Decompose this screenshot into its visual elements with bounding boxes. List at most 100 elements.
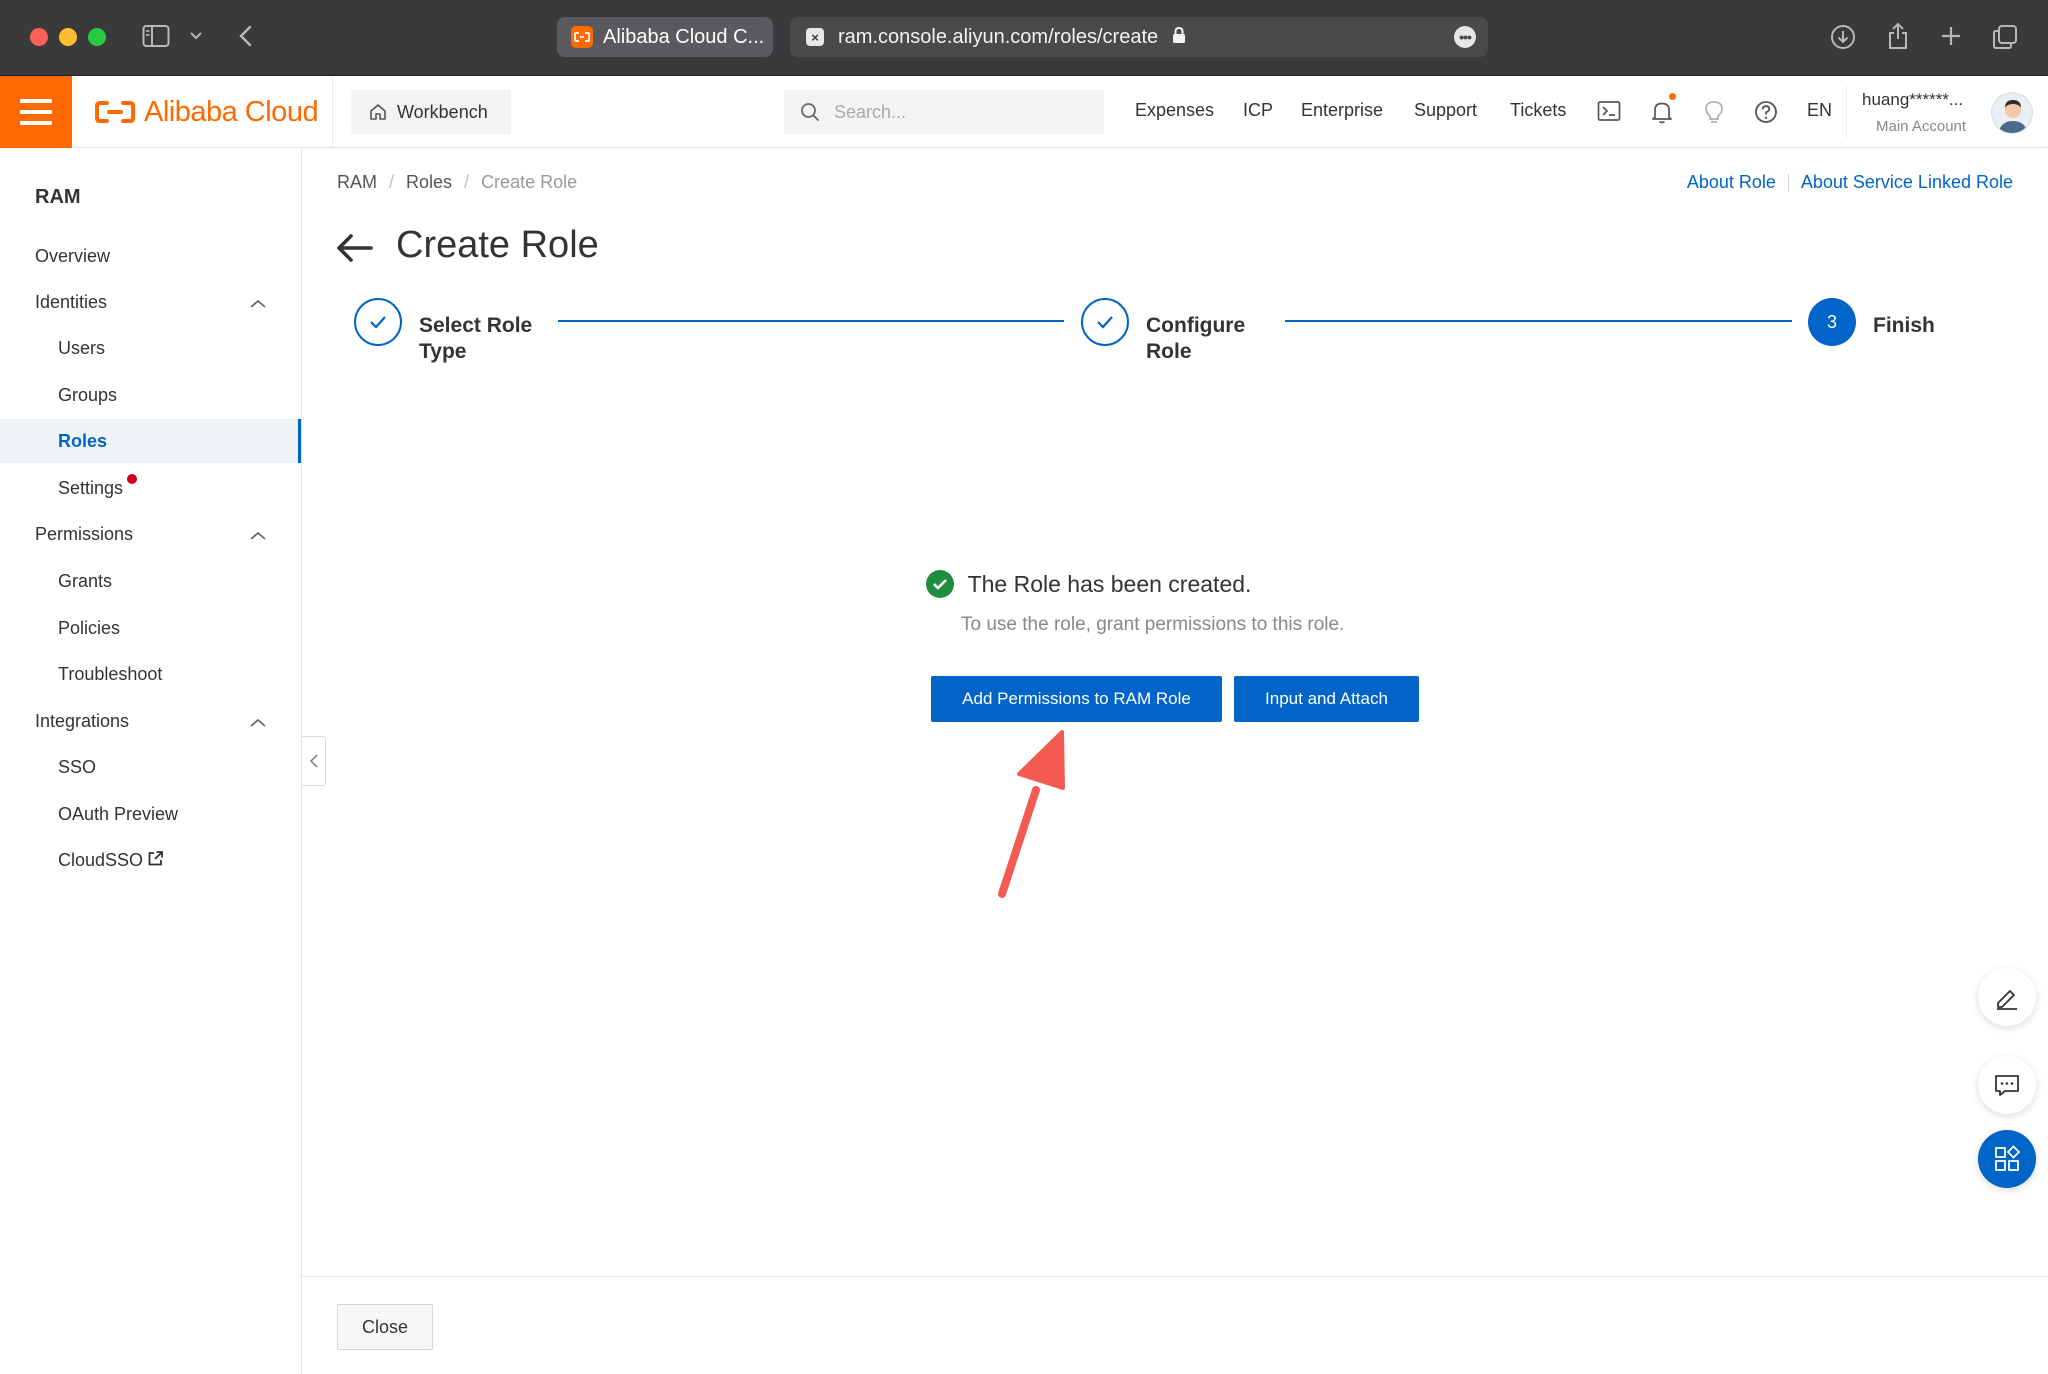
chevron-up-icon[interactable] xyxy=(249,294,267,315)
success-check-icon xyxy=(925,570,954,598)
brand-name: Alibaba Cloud xyxy=(144,95,319,128)
chevron-down-icon[interactable] xyxy=(189,31,203,41)
step-2-check-icon xyxy=(1081,298,1129,346)
annotation-arrow xyxy=(990,728,1080,905)
back-arrow-icon[interactable] xyxy=(335,232,373,269)
lock-icon xyxy=(1172,26,1186,49)
search-icon xyxy=(801,103,819,121)
input-and-attach-button[interactable]: Input and Attach xyxy=(1234,676,1419,722)
address-bar[interactable]: × ram.console.aliyun.com/roles/create ••… xyxy=(790,17,1488,57)
sidebar-group-integrations[interactable]: Integrations xyxy=(0,699,301,743)
breadcrumb-separator: / xyxy=(389,172,395,192)
menu-icon[interactable] xyxy=(0,76,72,148)
sidebar-item-label: Policies xyxy=(58,617,121,638)
sidebar-item-label: Overview xyxy=(35,245,111,266)
sidebar-item-troubleshoot[interactable]: Troubleshoot xyxy=(0,652,301,696)
step-1-label-line2: Type xyxy=(419,340,467,363)
step-connector xyxy=(558,320,1064,322)
new-tab-icon[interactable] xyxy=(1940,25,1962,47)
avatar[interactable] xyxy=(1991,92,2033,134)
sidebar-item-label: Identities xyxy=(35,291,108,312)
alibaba-favicon-icon xyxy=(571,26,593,48)
console-topbar: Alibaba Cloud Workbench Expenses ICP Ent… xyxy=(0,76,2048,148)
step-3-number: 3 xyxy=(1808,298,1856,346)
workbench-label: Workbench xyxy=(397,101,488,122)
breadcrumb-roles[interactable]: Roles xyxy=(406,172,452,193)
result-subtitle: To use the role, grant permissions to th… xyxy=(961,614,1345,635)
nav-tickets[interactable]: Tickets xyxy=(1510,100,1566,121)
alibaba-cloud-logo[interactable]: Alibaba Cloud xyxy=(94,95,319,128)
apps-icon[interactable] xyxy=(1978,1130,2036,1188)
nav-support[interactable]: Support xyxy=(1414,100,1477,121)
search-input[interactable] xyxy=(834,101,1074,123)
workbench-button[interactable]: Workbench xyxy=(351,90,511,134)
sidebar-item-label: Roles xyxy=(58,430,108,451)
sidebar-item-groups[interactable]: Groups xyxy=(0,373,301,417)
minimize-window-button[interactable] xyxy=(59,28,77,46)
add-permissions-button[interactable]: Add Permissions to RAM Role xyxy=(931,676,1222,722)
help-icon[interactable] xyxy=(1754,100,1778,129)
bell-icon[interactable] xyxy=(1651,100,1673,129)
divider xyxy=(1787,173,1789,192)
step-connector xyxy=(1285,320,1792,322)
sidebar-item-roles[interactable]: Roles xyxy=(0,419,301,463)
result-title: The Role has been created. xyxy=(967,570,1252,597)
external-link-icon xyxy=(147,850,164,872)
collapse-sidebar-button[interactable] xyxy=(302,736,326,786)
downloads-icon[interactable] xyxy=(1830,24,1856,50)
home-icon xyxy=(370,104,386,120)
sidebar-item-oauth-preview[interactable]: OAuth Preview xyxy=(0,792,301,836)
breadcrumb-ram[interactable]: RAM xyxy=(337,172,377,193)
tab-overview-icon[interactable] xyxy=(1992,24,2018,50)
share-icon[interactable] xyxy=(1886,22,1910,50)
account-name[interactable]: huang******... xyxy=(1862,90,1963,110)
sidebar-item-label: OAuth Preview xyxy=(58,803,179,824)
terminal-icon[interactable] xyxy=(1597,100,1621,127)
step-1-label-line1: Select Role xyxy=(419,314,533,337)
sidebar-item-label: Troubleshoot xyxy=(58,663,163,684)
sidebar-item-overview[interactable]: Overview xyxy=(0,234,301,278)
back-icon[interactable] xyxy=(238,24,254,48)
zoom-window-button[interactable] xyxy=(88,28,106,46)
sidebar-item-users[interactable]: Users xyxy=(0,326,301,370)
sidebar-item-label: Users xyxy=(58,337,106,358)
search-box[interactable] xyxy=(784,90,1104,134)
close-window-button[interactable] xyxy=(30,28,48,46)
nav-icp[interactable]: ICP xyxy=(1243,100,1273,121)
sidebar-group-identities[interactable]: Identities xyxy=(0,280,301,324)
breadcrumb-current: Create Role xyxy=(481,172,578,192)
chevron-up-icon[interactable] xyxy=(249,713,267,734)
step-1-check-icon xyxy=(354,298,402,346)
nav-expenses[interactable]: Expenses xyxy=(1135,100,1214,121)
more-options-icon[interactable]: ••• xyxy=(1454,26,1476,48)
breadcrumb: RAM / Roles / Create Role xyxy=(337,172,577,193)
breadcrumb-separator: / xyxy=(464,172,470,192)
sidebar-item-cloudsso[interactable]: CloudSSO xyxy=(0,838,301,882)
nav-enterprise[interactable]: Enterprise xyxy=(1301,100,1383,121)
close-button[interactable]: Close xyxy=(337,1304,433,1350)
step-3-label: Finish xyxy=(1873,314,1935,337)
step-2-label-line2: Role xyxy=(1146,340,1192,363)
feedback-icon[interactable] xyxy=(1978,1056,2036,1114)
sidebar-toggle-icon[interactable] xyxy=(142,24,170,48)
chevron-up-icon[interactable] xyxy=(249,526,267,547)
sidebar-item-policies[interactable]: Policies xyxy=(0,606,301,650)
step-1-label: Select Role Type xyxy=(419,313,532,365)
sidebar-item-label: Groups xyxy=(58,384,118,405)
help-links: About Role About Service Linked Role xyxy=(1687,172,2013,193)
sidebar-group-permissions[interactable]: Permissions xyxy=(0,512,301,556)
tab-title: Alibaba Cloud C... xyxy=(603,25,765,48)
sidebar-item-settings[interactable]: Settings xyxy=(0,466,301,510)
sidebar-item-label: Settings xyxy=(58,477,124,498)
lightbulb-icon[interactable] xyxy=(1704,100,1724,129)
sidebar-item-label: Permissions xyxy=(35,523,134,544)
about-role-link[interactable]: About Role xyxy=(1687,172,1776,193)
about-service-linked-role-link[interactable]: About Service Linked Role xyxy=(1801,172,2013,193)
site-favicon-icon: × xyxy=(806,28,824,46)
divider xyxy=(332,76,333,148)
browser-tab[interactable]: Alibaba Cloud C... xyxy=(557,17,773,57)
language-switch[interactable]: EN xyxy=(1807,100,1832,121)
edit-icon[interactable] xyxy=(1978,968,2036,1026)
sidebar-item-sso[interactable]: SSO xyxy=(0,745,301,789)
sidebar: RAM Overview Identities Users Groups Rol… xyxy=(0,148,302,1374)
